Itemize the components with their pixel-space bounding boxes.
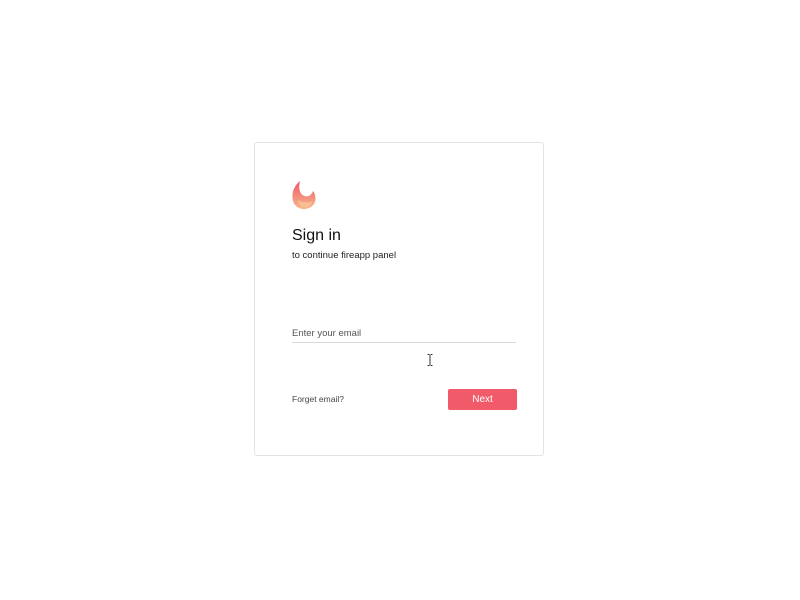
- page: Sign in to continue fireapp panel Forget…: [0, 0, 800, 600]
- forget-email-link[interactable]: Forget email?: [292, 394, 344, 405]
- signin-card: Sign in to continue fireapp panel Forget…: [254, 142, 544, 456]
- next-button[interactable]: Next: [448, 389, 517, 410]
- flame-icon: [292, 181, 316, 209]
- page-subtitle: to continue fireapp panel: [292, 250, 397, 261]
- page-title: Sign in: [292, 227, 341, 244]
- email-field[interactable]: [292, 325, 516, 343]
- text-cursor-icon: [427, 354, 433, 366]
